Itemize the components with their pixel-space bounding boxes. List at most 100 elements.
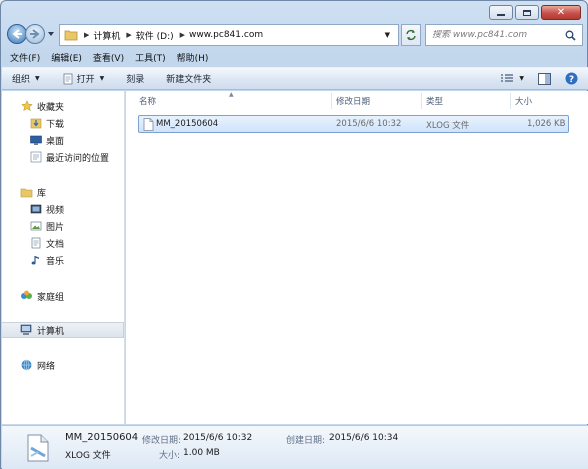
column-modified[interactable]: 修改日期 [336,95,370,107]
details-created-label: 创建日期: [286,436,326,446]
recent-places-icon [29,151,42,163]
nav-computer-label: 计算机 [37,326,65,337]
back-button[interactable] [7,24,27,44]
back-arrow-icon [12,29,22,39]
column-divider[interactable] [421,93,422,109]
menu-edit[interactable]: 编辑(E) [51,51,82,64]
menu-tools[interactable]: 工具(T) [135,51,166,64]
breadcrumb-drive-d[interactable]: 软件 (D:) [136,29,174,42]
details-modified-value: 2015/6/6 10:32 [183,433,253,443]
organize-button[interactable]: 组织 ▼ [12,72,40,85]
menu-help[interactable]: 帮助(H) [177,51,209,64]
nav-favorites-label: 收藏夹 [37,102,65,113]
file-size: 1,026 KB [527,119,566,129]
nav-documents-label: 文档 [46,239,65,250]
open-button[interactable]: 打开 ▼ [62,72,105,85]
network-icon [20,359,33,371]
nav-homegroup-label: 家庭组 [37,292,65,303]
maximize-icon [523,9,531,16]
close-icon: ✕ [556,6,566,18]
nav-pictures-label: 图片 [46,222,65,233]
nav-libraries[interactable]: 库 [20,184,142,200]
nav-videos-label: 视频 [46,205,65,216]
column-type[interactable]: 类型 [426,95,443,107]
column-header-row: ▲ 名称 修改日期 类型 大小 [126,91,588,111]
organize-label: 组织 [12,75,31,85]
maximize-button[interactable] [515,5,539,20]
search-input[interactable] [432,30,560,40]
caption-buttons: ✕ [489,5,581,20]
new-folder-label: 新建文件夹 [166,75,212,85]
address-dropdown-icon[interactable]: ▼ [385,31,390,39]
burn-button[interactable]: 刻录 [126,72,144,85]
nav-computer[interactable]: 计算机 [2,322,124,338]
minimize-button[interactable] [489,5,513,20]
refresh-button[interactable] [401,24,421,46]
command-bar: 组织 ▼ 打开 ▼ 刻录 新建文件夹 ▼ ? [2,67,588,90]
file-name: MM_20150604 [156,119,219,129]
column-name[interactable]: 名称 [139,95,156,107]
details-pane: MM_20150604 XLOG 文件 修改日期: 2015/6/6 10:32… [2,425,588,469]
chevron-down-icon: ▼ [519,75,524,82]
column-divider[interactable] [331,93,332,109]
nav-network[interactable]: 网络 [20,357,142,373]
toolbar-right: ▼ ? [501,72,578,85]
preview-pane-icon[interactable] [538,72,551,85]
file-icon [143,118,154,131]
navigation-bar: ▶ 计算机 ▶ 软件 (D:) ▶ www.pc841.com ▼ [7,24,583,46]
chevron-down-icon: ▼ [35,75,40,82]
column-size[interactable]: 大小 [515,95,532,107]
refresh-icon [406,29,416,41]
nav-libraries-label: 库 [37,188,47,199]
address-bar[interactable]: ▶ 计算机 ▶ 软件 (D:) ▶ www.pc841.com ▼ [59,24,399,46]
file-row[interactable]: MM_20150604 2015/6/6 10:32 XLOG 文件 1,026… [138,115,569,133]
forward-button[interactable] [25,24,45,44]
burn-label: 刻录 [126,75,145,85]
menu-bar: 文件(F) 编辑(E) 查看(V) 工具(T) 帮助(H) [2,49,588,66]
forward-arrow-icon [30,29,40,39]
nav-favorites[interactable]: 收藏夹 [20,98,142,114]
column-divider[interactable] [510,93,511,109]
document-icon [29,237,42,249]
music-icon [29,254,42,266]
menu-file[interactable]: 文件(F) [10,51,40,64]
file-list: ▲ 名称 修改日期 类型 大小 MM_20150604 2015/6/6 10:… [126,91,588,424]
nav-desktop-label: 桌面 [46,136,65,147]
file-large-icon [27,434,49,462]
nav-network-label: 网络 [37,361,56,372]
star-icon [20,100,33,112]
help-icon[interactable]: ? [565,72,578,85]
sort-ascending-icon: ▲ [229,91,234,98]
details-created-value: 2015/6/6 10:34 [329,433,399,443]
nav-music-label: 音乐 [46,256,65,267]
menu-view[interactable]: 查看(V) [93,51,124,64]
desktop-icon [29,134,42,146]
explorer-window: ✕ ▶ 计算机 ▶ 软件 (D:) ▶ www.pc841.com ▼ 搜索 w… [0,0,588,469]
folder-icon [64,30,78,41]
change-view-button[interactable]: ▼ [501,73,524,84]
library-icon [20,186,33,198]
new-folder-button[interactable]: 新建文件夹 [166,72,211,85]
details-modified-label: 修改日期: [142,436,182,446]
nav-downloads-label: 下载 [46,119,65,130]
nav-recent-label: 最近访问的位置 [46,153,110,164]
navigation-pane: 收藏夹 下载 桌面 最近访问的位置 库 视频 图片 文档 音乐 家庭组 计算机 … [2,91,125,424]
close-button[interactable]: ✕ [541,5,581,20]
chevron-right-icon[interactable]: ▶ [180,31,185,39]
svg-text:?: ? [569,75,574,85]
breadcrumb-computer[interactable]: 计算机 [93,29,120,42]
chevron-right-icon[interactable]: ▶ [126,31,131,39]
chevron-right-icon: ▶ [84,31,90,39]
chevron-down-icon: ▼ [99,75,105,82]
downloads-folder-icon [29,117,42,129]
computer-icon [20,324,33,336]
breadcrumb-folder[interactable]: www.pc841.com [189,30,263,40]
file-modified: 2015/6/6 10:32 [336,119,402,129]
details-file-type: XLOG 文件 [65,451,111,461]
file-type: XLOG 文件 [426,121,470,131]
nav-homegroup[interactable]: 家庭组 [20,288,142,304]
search-icon[interactable] [565,30,576,41]
recent-pages-dropdown-icon[interactable] [47,30,55,38]
picture-icon [29,220,42,232]
search-box[interactable] [425,24,583,46]
